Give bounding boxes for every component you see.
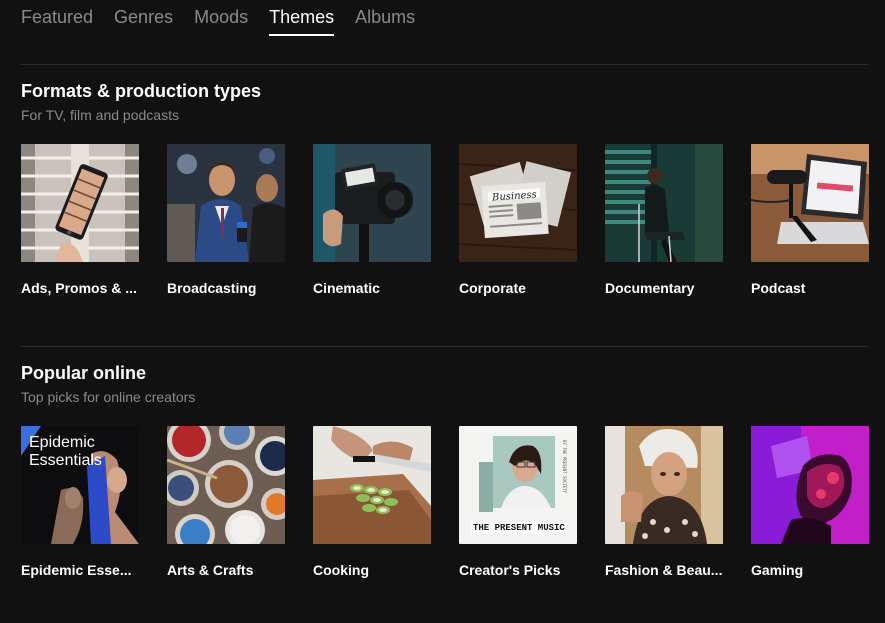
card-fashion-beauty[interactable]: Fashion & Beau...: [605, 426, 723, 579]
card-documentary[interactable]: Documentary: [605, 144, 723, 297]
card-epidemic-essentials[interactable]: Epidemic Essentials Epidemic Esse...: [21, 426, 139, 579]
section-divider: [21, 346, 868, 347]
film-camera-image: [313, 144, 431, 262]
section-title: Formats & production types: [21, 81, 262, 101]
paint-cups-image: [167, 426, 285, 544]
card-label: Ads, Promos & ...: [21, 280, 137, 296]
tab-featured[interactable]: Featured: [21, 6, 93, 36]
tab-albums[interactable]: Albums: [355, 6, 415, 36]
card-label: Arts & Crafts: [167, 562, 254, 578]
business-newspaper-image: Business: [459, 144, 577, 262]
card-label: Broadcasting: [167, 280, 257, 296]
section-formats: Formats & production types For TV, film …: [21, 80, 869, 297]
vr-headset-neon-image: [751, 426, 869, 544]
present-music-cover: BY THE PRESENT SOCIETY THE PRESENT MUSIC: [459, 426, 577, 544]
card-label: Creator's Picks: [459, 562, 561, 578]
card-gaming[interactable]: Gaming: [751, 426, 869, 579]
men-in-suits-image: [167, 144, 285, 262]
section-subtitle: For TV, film and podcasts: [21, 107, 179, 123]
card-podcast[interactable]: Podcast: [751, 144, 869, 297]
chopping-vegetables-image: [313, 426, 431, 544]
card-label: Epidemic Esse...: [21, 562, 132, 578]
section-popular-online: Popular online Top picks for online crea…: [21, 362, 869, 579]
card-label: Podcast: [751, 280, 806, 296]
card-row: Epidemic Essentials Epidemic Esse... Art…: [21, 426, 869, 579]
card-row: Ads, Promos & ... Broadcasting Cinematic…: [21, 144, 869, 297]
cover-title-text: Epidemic Essentials: [29, 434, 102, 469]
section-subtitle: Top picks for online creators: [21, 389, 196, 405]
card-cinematic[interactable]: Cinematic: [313, 144, 431, 297]
card-cooking[interactable]: Cooking: [313, 426, 431, 579]
card-label: Gaming: [751, 562, 804, 578]
phone-in-atrium-image: [21, 144, 139, 262]
card-label: Cooking: [313, 562, 369, 578]
card-ads-promos[interactable]: Ads, Promos & ...: [21, 144, 139, 297]
card-arts-crafts[interactable]: Arts & Crafts: [167, 426, 285, 579]
card-corporate[interactable]: Business Corporate: [459, 144, 577, 297]
tab-themes[interactable]: Themes: [269, 6, 335, 36]
card-broadcasting[interactable]: Broadcasting: [167, 144, 285, 297]
svg-text:BY THE PRESENT SOCIETY: BY THE PRESENT SOCIETY: [562, 440, 567, 494]
tab-bar: Featured Genres Moods Themes Albums: [21, 0, 868, 40]
microphone-laptop-image: [751, 144, 869, 262]
epidemic-essentials-cover: Epidemic Essentials: [21, 426, 139, 544]
cover-title-text: THE PRESENT MUSIC: [471, 522, 567, 534]
section-divider: [21, 64, 868, 65]
card-label: Fashion & Beau...: [605, 562, 723, 578]
card-label: Corporate: [459, 280, 526, 296]
woman-by-blinds-image: [605, 144, 723, 262]
tab-genres[interactable]: Genres: [114, 6, 173, 36]
card-label: Documentary: [605, 280, 695, 296]
card-label: Cinematic: [313, 280, 380, 296]
woman-makeup-image: [605, 426, 723, 544]
section-title: Popular online: [21, 363, 147, 383]
themes-page: Featured Genres Moods Themes Albums Form…: [0, 0, 885, 623]
card-creators-picks[interactable]: BY THE PRESENT SOCIETY THE PRESENT MUSIC…: [459, 426, 577, 579]
tab-moods[interactable]: Moods: [194, 6, 248, 36]
